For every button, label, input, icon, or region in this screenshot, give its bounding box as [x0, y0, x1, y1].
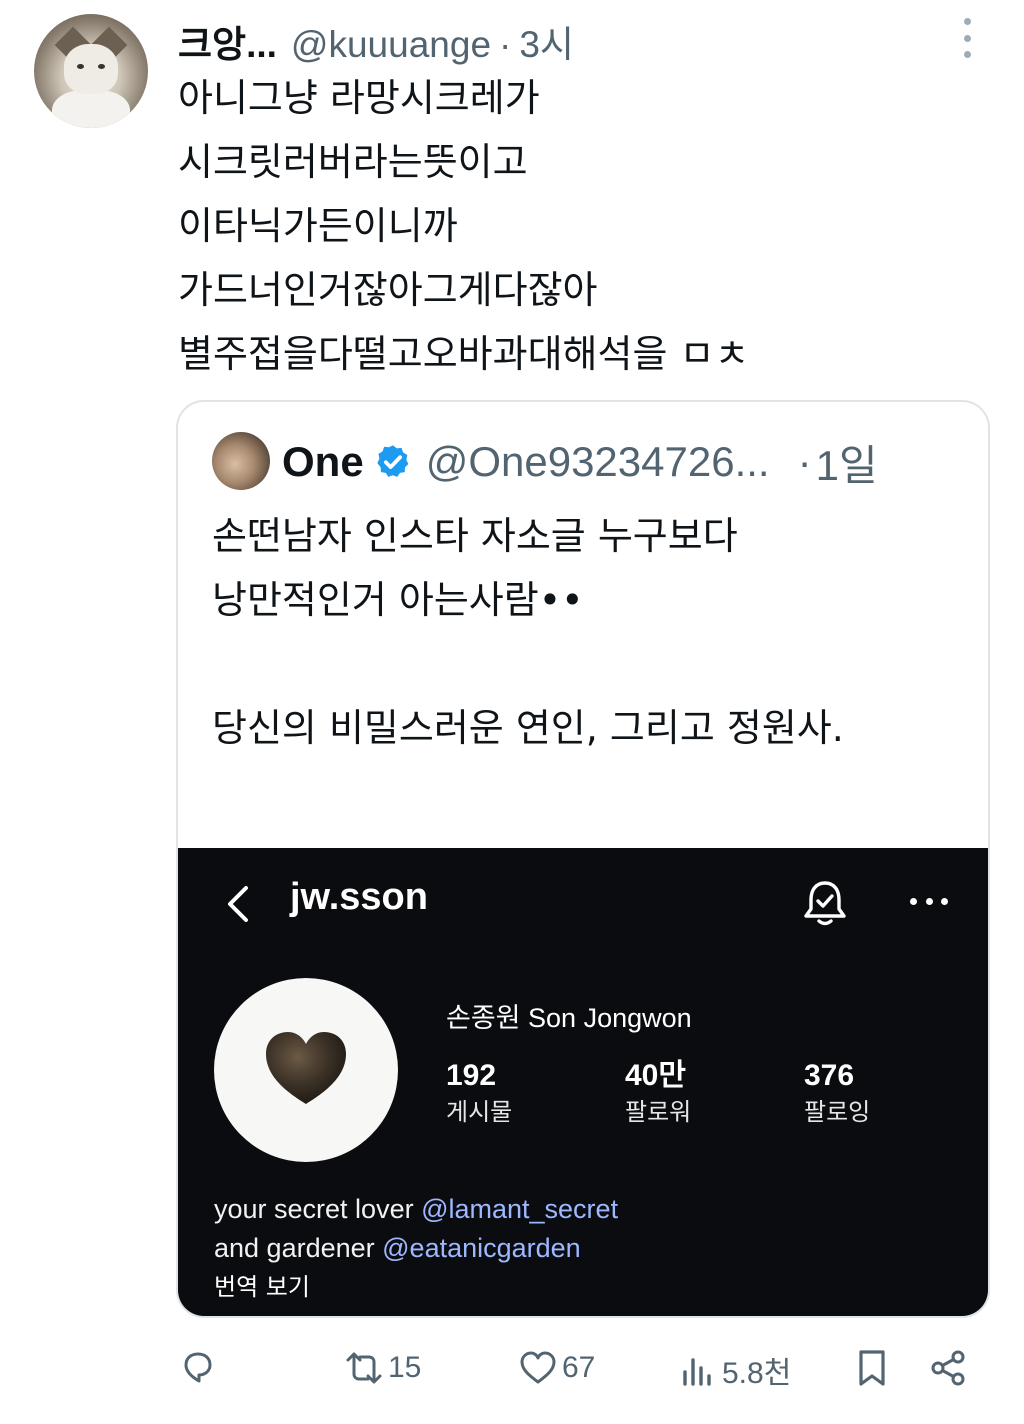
- verified-badge-icon: [377, 445, 409, 477]
- instagram-avatar: [214, 978, 398, 1162]
- post-time[interactable]: 3시: [519, 14, 574, 68]
- instagram-username: jw.sson: [290, 876, 428, 918]
- posts-count: 192: [446, 1059, 497, 1092]
- like-button[interactable]: 67: [518, 1348, 595, 1388]
- post-text: 아니그냥 라망시크레가 시크릿러버라는뜻이고 이타닉가든이니까 가드너인거잖아그…: [178, 76, 750, 376]
- bookmark-button[interactable]: [852, 1348, 892, 1388]
- separator-dot: ·: [499, 24, 512, 65]
- avatar-cat-eye: [77, 64, 84, 69]
- author-name[interactable]: 크앙...: [178, 14, 277, 68]
- bio-text: your secret lover: [214, 1194, 422, 1224]
- share-button[interactable]: [928, 1348, 968, 1388]
- quoted-author-avatar[interactable]: [212, 432, 270, 490]
- avatar-cat-body: [52, 90, 130, 128]
- like-count: 67: [562, 1351, 596, 1384]
- quoted-author-name[interactable]: One: [282, 438, 364, 486]
- instagram-full-name: 손종원 Son Jongwon: [446, 1003, 692, 1033]
- like-icon: [520, 1351, 556, 1384]
- views-count: 5.8천: [722, 1357, 792, 1390]
- views-icon: [683, 1358, 711, 1386]
- following-count: 376: [804, 1059, 855, 1092]
- quoted-post-time[interactable]: 1일: [816, 432, 878, 493]
- bio-text: and gardener: [214, 1233, 383, 1263]
- author-avatar[interactable]: [34, 14, 148, 128]
- notification-bell-icon: [804, 881, 846, 926]
- followers-label: 팔로워: [625, 1098, 692, 1126]
- share-icon: [931, 1350, 965, 1386]
- posts-stat: 192 게시물: [446, 1058, 512, 1130]
- instagram-profile-screenshot[interactable]: jw.sson 손종원 Son Jongwon 192 게시물 40만 팔로워 …: [178, 848, 988, 1316]
- followers-count: 40만: [625, 1059, 686, 1092]
- retweet-button[interactable]: 15: [344, 1348, 421, 1388]
- bio-mention: @lamant_secret: [421, 1194, 619, 1224]
- posts-label: 게시물: [446, 1098, 513, 1126]
- quoted-post-text: 손떤남자 인스타 자소글 누구보다 낭만적인거 아는사람•• 당신의 비밀스러운…: [212, 514, 844, 750]
- separator-dot: ·: [797, 438, 812, 485]
- reply-button[interactable]: [178, 1348, 218, 1388]
- back-chevron-icon: [228, 886, 248, 922]
- retweet-icon: [346, 1352, 382, 1384]
- bookmark-icon: [859, 1350, 885, 1386]
- bio-mention: @eatanicgarden: [382, 1233, 581, 1263]
- reply-icon: [184, 1352, 212, 1383]
- avatar-cat-face: [64, 44, 118, 94]
- quoted-post[interactable]: One @One93234726... · 1일 손떤남자 인스타 자소글 누구…: [176, 400, 990, 1318]
- following-stat: 376 팔로잉: [804, 1058, 870, 1130]
- avatar-cat-eye: [98, 64, 105, 69]
- heart-truffle-image: [266, 1032, 346, 1104]
- more-horizontal-icon: [910, 898, 948, 906]
- retweet-count: 15: [388, 1351, 422, 1384]
- quoted-post-header: One @One93234726... · 1일: [282, 434, 878, 490]
- author-handle[interactable]: @kuuuange: [291, 24, 491, 66]
- instagram-bio: your secret lover @lamant_secret and gar…: [214, 1190, 618, 1307]
- more-vertical-icon[interactable]: [958, 18, 976, 58]
- post-header: 크앙... @kuuuange · 3시: [178, 14, 574, 65]
- following-label: 팔로잉: [804, 1098, 871, 1126]
- translate-link: 번역 보기: [214, 1273, 310, 1301]
- followers-stat: 40만 팔로워: [625, 1058, 691, 1130]
- post-actions-bar: 15 67 5.8천: [0, 1340, 1024, 1400]
- quoted-author-handle[interactable]: @One93234726...: [426, 438, 770, 486]
- views-button[interactable]: 5.8천: [678, 1348, 791, 1392]
